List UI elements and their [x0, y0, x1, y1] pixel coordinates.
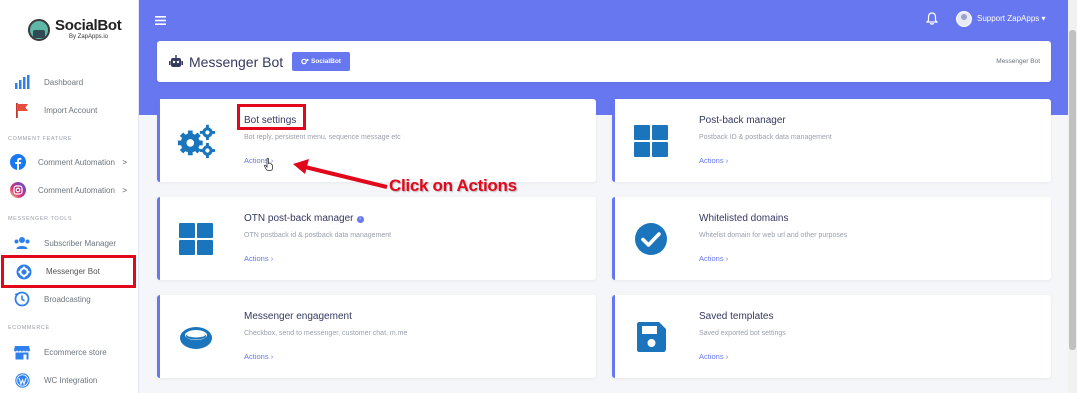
check-circle-icon [631, 219, 671, 259]
sidebar-item-label: Import Account [44, 105, 98, 115]
chevron-right-icon: › [725, 156, 729, 165]
sidebar-item-dashboard[interactable]: Dashboard [0, 69, 139, 95]
card-whitelisted-domains: Whitelisted domains Whitelist domain for… [612, 197, 1051, 280]
card-description: Checkbox, send to messenger, customer ch… [244, 330, 408, 337]
actions-link[interactable]: Actions › [244, 254, 273, 263]
actions-link-label: Actions [244, 254, 269, 263]
sidebar: SocialBot By ZapApps.io Dashboard Import… [0, 0, 139, 393]
highlight-box-bot-settings [237, 104, 306, 130]
chevron-right-icon: › [725, 254, 729, 263]
instagram-icon [10, 182, 26, 198]
card-description: OTN postback id & postback data manageme… [244, 232, 392, 239]
section-comment-feature: COMMENT FEATURE [8, 136, 73, 142]
card-title: OTN post-back manager i [244, 213, 364, 224]
card-post-back-manager: Post-back manager Postback ID & postback… [612, 99, 1051, 182]
sidebar-item-label: Dashboard [44, 77, 84, 87]
section-header: Messenger Bot SocialBot Messenger Bot [157, 41, 1051, 82]
sidebar-item-messenger-bot[interactable]: Messenger Bot [1, 255, 136, 288]
card-saved-templates: Saved templates Saved exported bot setti… [612, 295, 1051, 378]
facebook-icon [10, 154, 26, 170]
info-icon[interactable]: i [356, 216, 364, 223]
card-title: Whitelisted domains [699, 213, 789, 224]
card-title: Post-back manager [699, 115, 786, 126]
section-ecommerce: ECOMMERCE [8, 325, 50, 331]
sidebar-item-label: WC Integration [44, 375, 98, 385]
sidebar-item-label: Comment Automation [38, 157, 115, 167]
sidebar-item-label: Ecommerce store [44, 347, 107, 357]
robot-icon [169, 55, 183, 68]
sidebar-item-comment-automation-instagram[interactable]: Comment Automation > [0, 177, 139, 203]
gears-small-icon [301, 58, 309, 65]
logo-icon [28, 18, 50, 41]
sidebar-item-label: Broadcasting [44, 294, 91, 304]
history-icon [14, 291, 30, 307]
card-messenger-engagement: Messenger engagement Checkbox, send to m… [157, 295, 596, 378]
chevron-right-icon: › [270, 254, 274, 263]
sidebar-item-broadcasting[interactable]: Broadcasting [0, 286, 139, 312]
sidebar-item-import-account[interactable]: Import Account [0, 97, 139, 123]
bar-chart-icon [14, 74, 30, 90]
sidebar-item-comment-automation-facebook[interactable]: Comment Automation > [0, 149, 139, 175]
card-title-text: OTN post-back manager [244, 213, 354, 224]
annotation-text: Click on Actions [389, 176, 517, 195]
scrollbar-thumb[interactable] [1069, 30, 1076, 350]
chevron-right-icon: > [122, 157, 127, 167]
card-description: Bot reply, persistent menu, sequence mes… [244, 134, 401, 141]
scrollbar[interactable] [1068, 0, 1077, 393]
sidebar-item-ecommerce-store[interactable]: Ecommerce store [0, 339, 139, 365]
wordpress-icon [14, 372, 30, 388]
breadcrumb[interactable]: Messenger Bot [996, 58, 1040, 65]
sidebar-item-wc-integration[interactable]: WC Integration [0, 367, 139, 393]
gears-icon [176, 121, 216, 161]
users-icon [14, 235, 30, 251]
sidebar-item-label: Subscriber Manager [44, 238, 117, 248]
user-menu-dropdown[interactable]: Support ZapApps ▾ [977, 14, 1046, 23]
chevron-right-icon: › [725, 352, 729, 361]
actions-link[interactable]: Actions › [699, 254, 728, 263]
app-logo[interactable]: SocialBot By ZapApps.io [28, 17, 122, 41]
actions-link-label: Actions [244, 352, 269, 361]
actions-link[interactable]: Actions › [699, 156, 728, 165]
card-description: Whitelist domain for web url and other p… [699, 232, 848, 239]
hand-cursor-icon [264, 158, 273, 171]
page-title: Messenger Bot [189, 54, 284, 70]
grid-icon [631, 121, 671, 161]
actions-link[interactable]: Actions › [244, 352, 273, 361]
card-title: Saved templates [699, 311, 774, 322]
chevron-right-icon: › [270, 352, 274, 361]
socialbot-button-label: SocialBot [311, 58, 341, 65]
logo-title: SocialBot [55, 17, 122, 34]
save-icon [631, 317, 671, 357]
actions-link-label: Actions [699, 156, 724, 165]
ring-icon [176, 317, 216, 357]
grid-icon [176, 219, 216, 259]
card-title: Messenger engagement [244, 311, 352, 322]
sidebar-item-label: Messenger Bot [46, 267, 100, 276]
sidebar-item-label: Comment Automation [38, 185, 115, 195]
bell-icon[interactable] [925, 12, 939, 26]
logo-subtitle: By ZapApps.io [69, 34, 109, 40]
flag-icon [14, 102, 30, 118]
actions-link-label: Actions [699, 352, 724, 361]
card-description: Postback ID & postback data management [699, 134, 832, 141]
socialbot-button[interactable]: SocialBot [292, 52, 350, 71]
store-icon [14, 344, 30, 360]
menu-toggle-icon[interactable] [155, 14, 166, 28]
card-otn-post-back-manager: OTN post-back manager i OTN postback id &… [157, 197, 596, 280]
chevron-right-icon: > [122, 185, 127, 195]
actions-link-label: Actions [699, 254, 724, 263]
annotation-arrow [293, 159, 388, 189]
card-description: Saved exported bot settings [699, 330, 786, 337]
sidebar-item-subscriber-manager[interactable]: Subscriber Manager [0, 230, 139, 256]
actions-link[interactable]: Actions › [699, 352, 728, 361]
avatar[interactable] [956, 11, 972, 27]
section-messenger-tools: MESSENGER TOOLS [8, 216, 73, 222]
gear-icon [16, 264, 32, 280]
